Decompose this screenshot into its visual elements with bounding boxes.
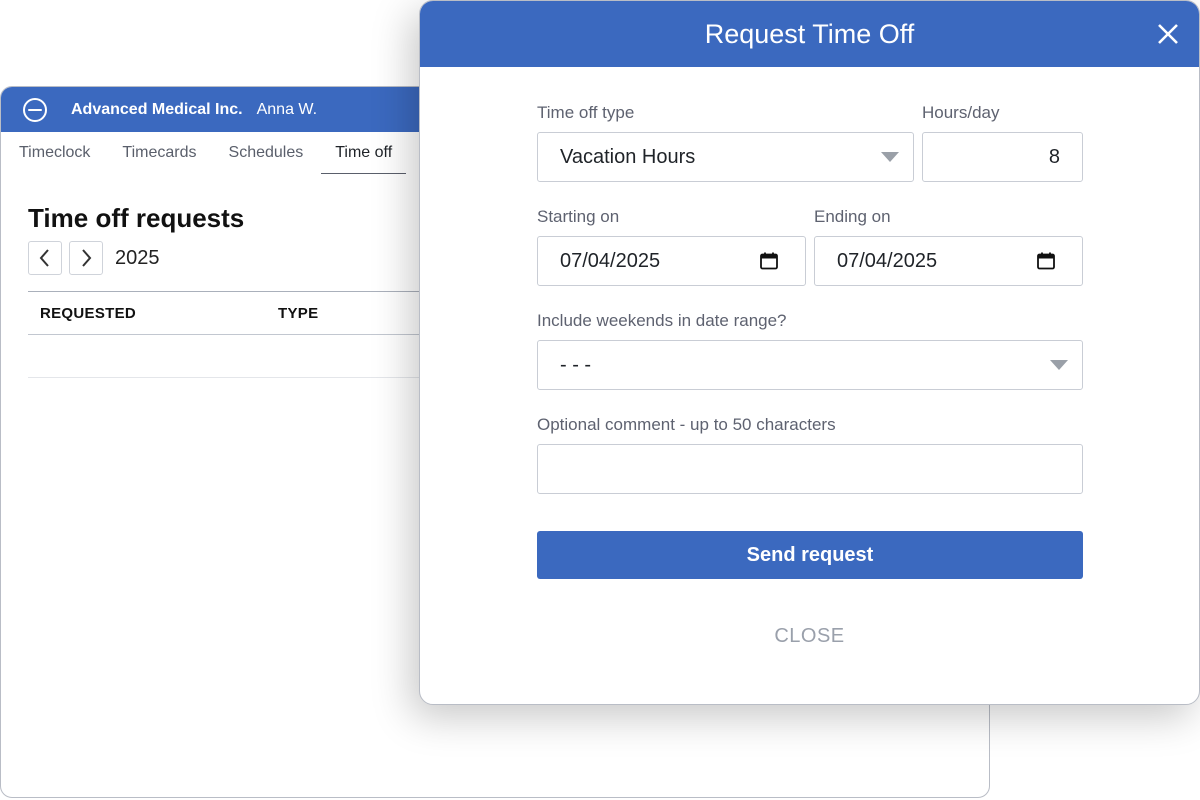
hours-per-day-value: 8 [1048, 145, 1060, 168]
starting-on-value: 07/04/2025 [560, 249, 661, 272]
hours-per-day-label: Hours/day [922, 103, 1000, 122]
comment-label: Optional comment - up to 50 characters [537, 415, 836, 434]
close-button[interactable]: CLOSE [420, 625, 1199, 648]
chevron-left-icon [39, 249, 49, 267]
caret-down-icon [1050, 360, 1068, 370]
column-requested[interactable]: REQUESTED [28, 305, 278, 322]
page-title: Time off requests [28, 203, 245, 233]
time-off-type-label: Time off type [537, 103, 635, 122]
year-label: 2025 [115, 246, 160, 269]
request-time-off-dialog: Request Time Off Time off type Vacation … [419, 0, 1200, 705]
hours-per-day-input[interactable]: 8 [922, 132, 1083, 182]
calendar-icon[interactable] [759, 251, 779, 271]
starting-on-label: Starting on [537, 207, 620, 226]
include-weekends-value: - - - [560, 353, 592, 376]
year-navigator: 2025 [28, 241, 160, 275]
include-weekends-label: Include weekends in date range? [537, 311, 787, 330]
ending-on-date-input[interactable]: 07/04/2025 [814, 236, 1083, 286]
user-name[interactable]: Anna W. [257, 101, 317, 119]
next-year-button[interactable] [69, 241, 103, 275]
time-off-type-value: Vacation Hours [560, 145, 696, 168]
company-logo-icon [23, 97, 47, 122]
calendar-icon[interactable] [1036, 251, 1056, 271]
starting-on-date-input[interactable]: 07/04/2025 [537, 236, 806, 286]
dialog-header: Request Time Off [420, 1, 1199, 67]
caret-down-icon [881, 152, 899, 162]
tab-time-off[interactable]: Time off [321, 132, 407, 174]
send-request-button[interactable]: Send request [537, 531, 1083, 579]
prev-year-button[interactable] [28, 241, 62, 275]
close-icon[interactable] [1155, 21, 1181, 47]
tab-timeclock[interactable]: Timeclock [19, 132, 106, 174]
tab-timecards[interactable]: Timecards [122, 132, 212, 174]
include-weekends-select[interactable]: - - - [537, 340, 1083, 390]
tab-schedules[interactable]: Schedules [229, 132, 320, 174]
time-off-type-select[interactable]: Vacation Hours [537, 132, 914, 182]
company-name: Advanced Medical Inc. [71, 100, 243, 118]
ending-on-value: 07/04/2025 [837, 249, 938, 272]
dialog-title: Request Time Off [704, 18, 915, 49]
comment-input[interactable] [537, 444, 1083, 494]
ending-on-label: Ending on [814, 207, 891, 226]
chevron-right-icon [82, 249, 92, 267]
